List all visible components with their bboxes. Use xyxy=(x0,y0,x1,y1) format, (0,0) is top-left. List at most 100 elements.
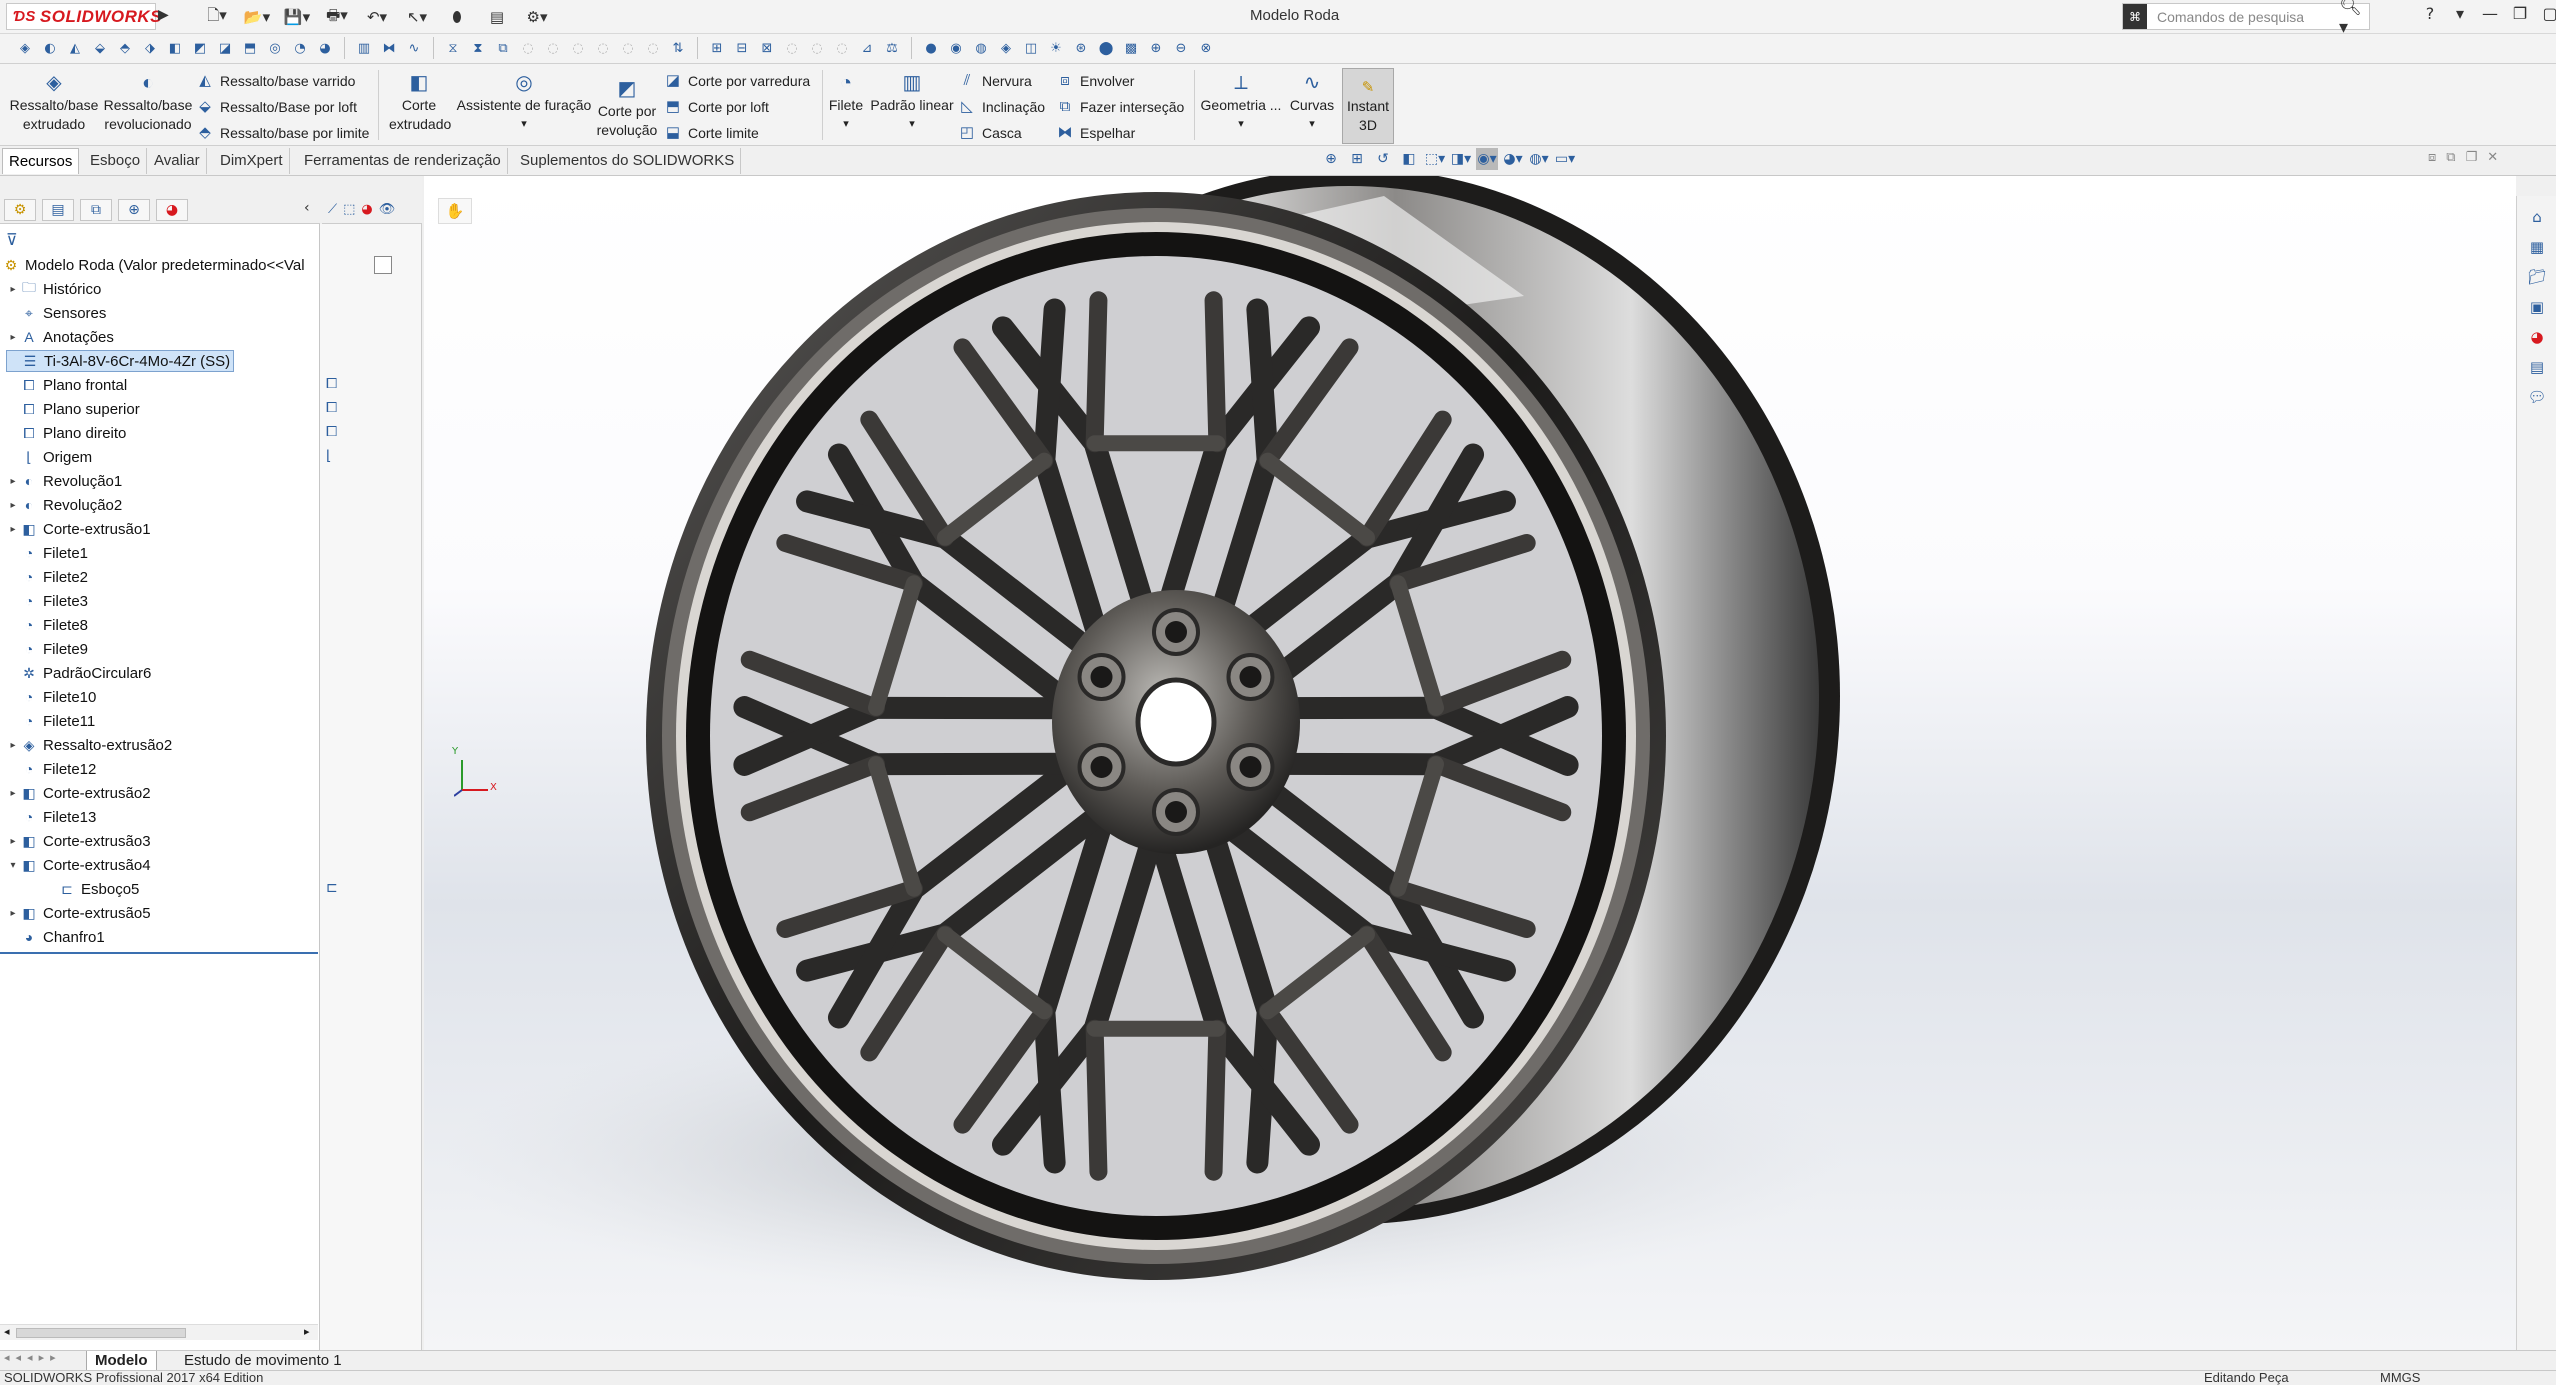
decal-tool-icon[interactable]: ◈ xyxy=(995,37,1017,59)
tree-item[interactable]: ◔ Filete3 xyxy=(6,590,88,612)
collapse-arrow-icon[interactable]: ▾ xyxy=(6,860,20,871)
search-input[interactable]: Comandos de pesquisa xyxy=(2147,9,2339,25)
appearance-tool-icon[interactable]: ● xyxy=(920,37,942,59)
zoom-to-area-icon[interactable]: ⊞ xyxy=(1346,148,1368,170)
options-gear-icon[interactable]: ⚙▾ xyxy=(520,4,554,30)
viewport-split-icon[interactable]: ⧈ xyxy=(2428,150,2436,165)
fillet-tool-icon[interactable]: ◔ xyxy=(289,37,311,59)
mirror-tool-icon[interactable]: ⧓ xyxy=(378,37,400,59)
rib-button[interactable]: ⫽ Nervura xyxy=(958,68,1032,94)
tree-item[interactable]: ▸ ◧ Corte-extrusão3 xyxy=(6,830,150,852)
restore-button[interactable]: ❐ xyxy=(2510,4,2530,23)
reference-geometry-button[interactable]: ⟂ Geometria ... ▾ xyxy=(1198,70,1284,134)
help-dropdown-icon[interactable]: ▾ xyxy=(2450,4,2470,23)
select-pointer-icon[interactable]: ↖▾ xyxy=(400,4,434,30)
cut-loft-tool-icon[interactable]: ⬒ xyxy=(239,37,261,59)
tab-dimxpert[interactable]: DimXpert xyxy=(214,148,290,174)
tree-item[interactable]: ⧠ Plano superior xyxy=(6,398,139,420)
tree-item[interactable]: ▸ ◐ Revolução2 xyxy=(6,494,122,516)
intersect-button[interactable]: ⧉ Fazer interseção xyxy=(1056,94,1185,120)
zoom-to-fit-icon[interactable]: ⊕ xyxy=(1320,148,1342,170)
tree-item[interactable]: ▸ ◧ Corte-extrusão5 xyxy=(6,902,150,924)
scroll-right-icon[interactable]: ▸ xyxy=(304,1325,310,1338)
surface-tool-icon[interactable]: ⧖ xyxy=(442,37,464,59)
graphics-area[interactable]: Y X xyxy=(424,176,2516,1350)
viewport-close-icon[interactable]: ✕ xyxy=(2487,150,2498,165)
boundary-tool-icon[interactable]: ⬘ xyxy=(114,37,136,59)
revolved-boss-button[interactable]: ◐ Ressalto/base revolucionado xyxy=(102,70,194,134)
custom-properties-icon[interactable]: ▤ xyxy=(2525,358,2549,382)
menu-expand-arrow-icon[interactable]: ▶ xyxy=(158,7,170,27)
camera-tool-icon[interactable]: ◫ xyxy=(1020,37,1042,59)
tree-item[interactable]: ◔ Filete12 xyxy=(6,758,97,780)
apply-scene-icon[interactable]: ◍▾ xyxy=(1528,148,1550,170)
collapse-panel-icon[interactable]: ‹ xyxy=(304,200,310,216)
tab-scroll-arrows-icon[interactable]: ◂◂◂▸▸ xyxy=(4,1351,62,1364)
wrap-button[interactable]: ⧈ Envolver xyxy=(1056,68,1134,94)
texture-tool-icon[interactable]: ▩ xyxy=(1120,37,1142,59)
edit-appearance-icon[interactable]: ◕▾ xyxy=(1502,148,1524,170)
dimxpertmanager-tab-icon[interactable]: ⊕ xyxy=(118,199,150,221)
open-document-icon[interactable]: 📂▾ xyxy=(240,4,274,30)
mirror-button[interactable]: ⧓ Espelhar xyxy=(1056,120,1136,146)
tree-item[interactable]: ◔ Filete13 xyxy=(6,806,97,828)
cut-tool-icon[interactable]: ◧ xyxy=(164,37,186,59)
tree-item[interactable]: ⌖ Sensores xyxy=(6,302,106,324)
intersect-tool-icon[interactable]: ⊠ xyxy=(756,37,778,59)
dropdown-arrow-icon[interactable]: ▾ xyxy=(909,115,915,134)
thicken-tool-icon[interactable]: ⬗ xyxy=(139,37,161,59)
configurationmanager-tab-icon[interactable]: ⧉ xyxy=(80,199,112,221)
tree-item[interactable]: ◔ Filete11 xyxy=(6,710,96,732)
previous-view-icon[interactable]: ↺ xyxy=(1372,148,1394,170)
curve-tool-icon[interactable]: ∿ xyxy=(403,37,425,59)
minimize-button[interactable]: — xyxy=(2480,4,2500,23)
forum-icon[interactable]: 💬︎ xyxy=(2525,388,2549,412)
viewport-restore-icon[interactable]: ❐ xyxy=(2466,150,2478,165)
tree-horizontal-scrollbar[interactable]: ◂ ▸ xyxy=(0,1324,318,1340)
tree-item[interactable]: ◔ Filete2 xyxy=(6,566,88,588)
expand-arrow-icon[interactable]: ▸ xyxy=(6,788,20,799)
viewport-tile-icon[interactable]: ⧉ xyxy=(2446,150,2455,165)
hole-tool-icon[interactable]: ◎ xyxy=(264,37,286,59)
eye-icon[interactable]: 👁 xyxy=(379,202,396,217)
split-tool-icon[interactable]: ⊞ xyxy=(706,37,728,59)
display-style-icon[interactable]: ◨▾ xyxy=(1450,148,1472,170)
swept-boss-button[interactable]: ◭ Ressalto/base varrido xyxy=(196,68,355,94)
hide-show-items-icon[interactable]: ◉▾ xyxy=(1476,148,1498,170)
tree-item[interactable]: ▸ ◈ Ressalto-extrusão2 xyxy=(6,734,172,756)
dropdown-arrow-icon[interactable]: ▾ xyxy=(1238,115,1244,134)
swept-cut-button[interactable]: ◪ Corte por varredura xyxy=(664,68,810,94)
expand-arrow-icon[interactable]: ▸ xyxy=(6,476,20,487)
featuremanager-tab-icon[interactable]: ⚙ xyxy=(4,199,36,221)
render-tool-icon[interactable]: ◉ xyxy=(945,37,967,59)
displaymanager-tab-icon[interactable]: ◕ xyxy=(156,199,188,221)
rollback-bar[interactable] xyxy=(0,952,318,954)
solidworks-resources-icon[interactable]: ⌂ xyxy=(2525,208,2549,232)
dropdown-arrow-icon[interactable]: ▾ xyxy=(843,115,849,134)
chamfer-tool-icon[interactable]: ◕ xyxy=(314,37,336,59)
surface-sweep-tool-icon[interactable]: ⧉ xyxy=(492,37,514,59)
light-tool-icon[interactable]: ☀ xyxy=(1045,37,1067,59)
tree-root[interactable]: ⚙ Modelo Roda (Valor predeterminado<<Val xyxy=(2,254,305,276)
wheel-model[interactable] xyxy=(424,176,2516,1350)
expand-arrow-icon[interactable]: ▸ xyxy=(6,908,20,919)
draft-button[interactable]: ◺ Inclinação xyxy=(958,94,1045,120)
cut-revolve-tool-icon[interactable]: ◩ xyxy=(189,37,211,59)
filter-icon[interactable]: ⊽ xyxy=(6,230,18,249)
shell-button[interactable]: ◰ Casca xyxy=(958,120,1022,146)
dropdown-arrow-icon[interactable]: ▾ xyxy=(1309,115,1315,134)
combine-tool-icon[interactable]: ⊟ xyxy=(731,37,753,59)
cut-sweep-tool-icon[interactable]: ◪ xyxy=(214,37,236,59)
new-document-icon[interactable]: 🗋▾ xyxy=(200,4,234,30)
view-tool-icon[interactable]: ⊖ xyxy=(1170,37,1192,59)
search-icon[interactable]: 🔍︎▾ xyxy=(2339,0,2369,38)
pattern-tool-icon[interactable]: ▥ xyxy=(353,37,375,59)
expand-arrow-icon[interactable]: ▸ xyxy=(6,284,20,295)
tree-item[interactable]: ◔ Filete10 xyxy=(6,686,97,708)
tree-item[interactable]: ▸ ◧ Corte-extrusão1 xyxy=(6,518,150,540)
mass-properties-tool-icon[interactable]: ⚖ xyxy=(881,37,903,59)
measure-tool-icon[interactable]: ⊿ xyxy=(856,37,878,59)
preview-box-icon[interactable] xyxy=(374,256,392,274)
tree-item[interactable]: ⧠ Plano direito xyxy=(6,422,126,444)
solidworks-logo[interactable]: ƊS SOLIDWORKS xyxy=(6,3,162,30)
